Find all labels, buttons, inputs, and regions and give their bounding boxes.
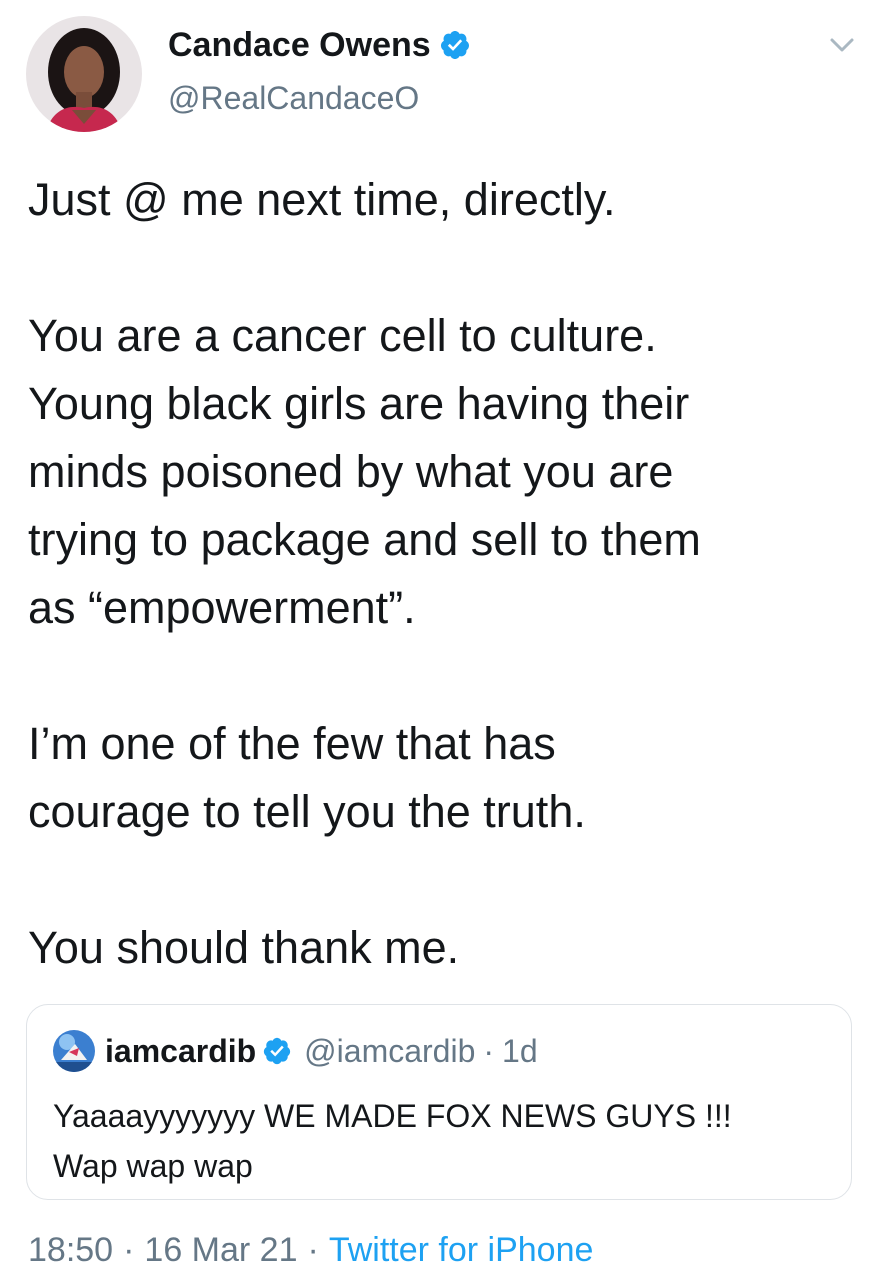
quoted-handle[interactable]: @iamcardib (304, 1033, 475, 1070)
quoted-tweet-card[interactable]: iamcardib @iamcardib · 1d Yaaaayyyyyyy W… (26, 1004, 852, 1200)
quoted-timestamp[interactable]: 1d (502, 1033, 538, 1070)
author-name-row: Candace Owens (168, 24, 471, 66)
quoted-display-name[interactable]: iamcardib (105, 1033, 256, 1070)
verified-badge-icon (264, 1037, 291, 1065)
tweet-time[interactable]: 18:50 (28, 1231, 113, 1270)
meta-separator: · (123, 1230, 135, 1269)
author-avatar[interactable] (26, 16, 142, 132)
chevron-down-icon[interactable] (826, 34, 858, 56)
tweet-date[interactable]: 16 Mar 21 (144, 1231, 297, 1270)
tweet-source-link[interactable]: Twitter for iPhone (329, 1231, 594, 1270)
profile-photo (53, 1030, 95, 1072)
meta-separator: · (307, 1230, 319, 1269)
author-handle[interactable]: @RealCandaceO (168, 80, 419, 117)
tweet-meta: 18:50 · 16 Mar 21 · Twitter for iPhone (28, 1228, 593, 1272)
quoted-separator: · (483, 1032, 495, 1069)
profile-photo (26, 16, 142, 132)
author-display-name[interactable]: Candace Owens (168, 26, 431, 65)
quoted-tweet-header: iamcardib @iamcardib · 1d (53, 1030, 538, 1072)
quoted-author-avatar[interactable] (53, 1030, 95, 1072)
verified-badge-icon (440, 31, 469, 59)
tweet-text: Just @ me next time, directly. You are a… (28, 174, 701, 973)
quoted-tweet-text: Yaaaayyyyyyy WE MADE FOX NEWS GUYS !!! W… (53, 1098, 732, 1184)
